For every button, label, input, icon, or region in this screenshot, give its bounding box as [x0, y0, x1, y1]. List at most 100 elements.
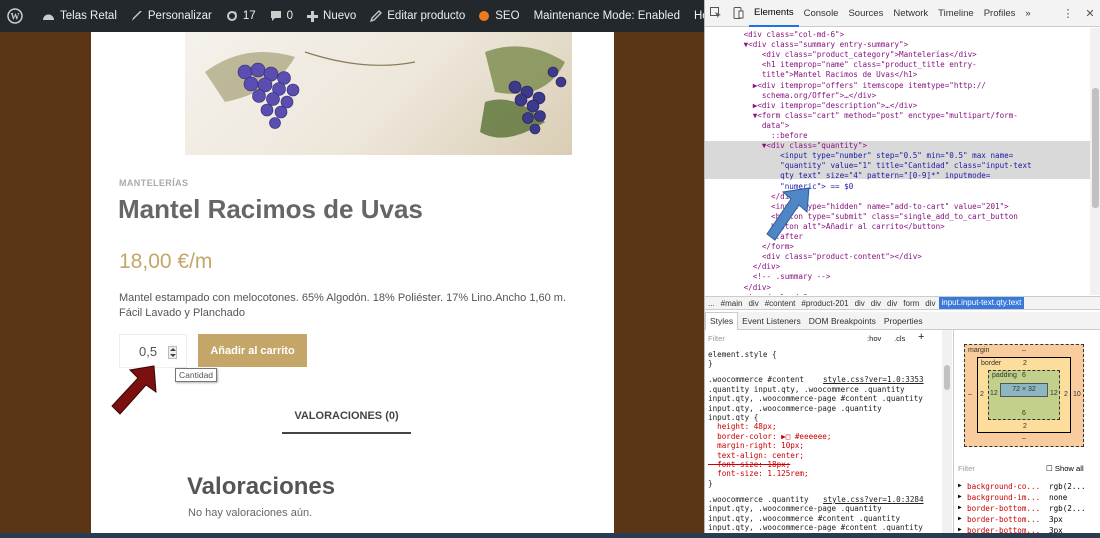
css-rule-line[interactable]: .quantity input.qty, .woocommerce .quant… — [708, 385, 905, 394]
margin-right-value[interactable]: 10 — [1073, 391, 1081, 398]
expand-triangle-icon[interactable]: ▶ — [958, 504, 962, 511]
kebab-menu-icon[interactable]: ⋮ — [1057, 0, 1079, 27]
wp-logo-menu[interactable]: W — [0, 0, 35, 32]
tab-event-listeners[interactable]: Event Listeners — [738, 312, 805, 330]
expand-triangle-icon[interactable]: ▶ — [958, 515, 962, 522]
css-rule-line[interactable]: } — [708, 359, 713, 368]
expand-triangle-icon[interactable]: ▶ — [958, 482, 962, 489]
maintenance-mode-menu[interactable]: Maintenance Mode: Enabled — [527, 0, 687, 32]
dom-node-line[interactable]: data"> — [707, 121, 789, 131]
close-icon[interactable]: ✕ — [1079, 0, 1100, 27]
css-rule-line[interactable]: height: 48px; — [708, 422, 776, 431]
dom-node-line[interactable]: <!-- /col-md-6 --> — [707, 293, 826, 295]
dom-node-line[interactable]: title">Mantel Racimos de Uvas</h1> — [707, 70, 917, 80]
css-rule-line[interactable]: input.qty, .woocommerce-page #content .q… — [708, 394, 923, 403]
dom-node-line[interactable]: "quantity" value="1" title="Cantidad" cl… — [707, 161, 1031, 171]
css-rule-line[interactable]: input.qty, .woocommerce #content .quanti… — [708, 514, 900, 523]
tab-sources[interactable]: Sources — [843, 0, 888, 27]
dom-node-line[interactable]: schema.org/Offer">…</div> — [707, 91, 876, 101]
dom-node-line[interactable]: ▶<div itemprop="offers" itemscope itemty… — [707, 81, 986, 91]
breadcrumb-item[interactable]: ... — [705, 299, 718, 308]
dom-node-line[interactable]: ▼<div class="quantity"> — [707, 141, 867, 151]
dom-node-line[interactable]: <input type="number" step="0.5" min="0.5… — [707, 151, 1013, 161]
hover-state-toggle[interactable]: :hov — [867, 334, 881, 343]
dom-node-line[interactable]: </div> — [707, 283, 771, 293]
updates-menu[interactable]: 17 — [219, 0, 263, 32]
border-left-value[interactable]: 2 — [980, 391, 984, 398]
tab-network[interactable]: Network — [888, 0, 933, 27]
comments-menu[interactable]: 0 — [263, 0, 300, 32]
tab-reviews[interactable]: VALORACIONES (0) — [282, 410, 411, 434]
dom-node-line[interactable]: button alt">Añadir al carrito</button> — [707, 222, 945, 232]
product-image[interactable] — [185, 32, 572, 155]
seo-menu[interactable]: SEO — [472, 0, 526, 32]
tab-elements[interactable]: Elements — [749, 0, 799, 27]
css-rule-line[interactable]: margin-right: 10px; — [708, 441, 804, 450]
border-right-value[interactable]: 2 — [1064, 391, 1068, 398]
padding-right-value[interactable]: 12 — [1050, 390, 1058, 397]
breadcrumb-item[interactable]: div — [745, 299, 761, 308]
css-rule-line[interactable]: text-align: center; — [708, 451, 804, 460]
dom-node-line[interactable]: <h1 itemprop="name" class="product_title… — [707, 60, 977, 70]
dom-node-line[interactable]: <div class="product-content"></div> — [707, 252, 922, 262]
breadcrumb-item[interactable]: #product-201 — [798, 299, 851, 308]
add-to-cart-button[interactable]: Añadir al carrito — [198, 334, 307, 367]
css-source-link[interactable]: style.css?ver=1.0:3284 — [823, 495, 924, 504]
css-rule-line[interactable]: font-size: 1.125rem; — [708, 469, 808, 478]
dom-node-line[interactable]: <div class="product_category">Mantelería… — [707, 50, 977, 60]
breadcrumb-item[interactable]: input.input-text.qty.text — [938, 297, 1025, 309]
margin-top-value[interactable]: – — [1022, 347, 1026, 354]
css-rule-line[interactable]: input.qty { — [708, 413, 758, 422]
tab-timeline[interactable]: Timeline — [933, 0, 979, 27]
dom-node-line[interactable]: </div> — [707, 262, 780, 272]
css-rule-line[interactable]: input.qty, .woocommerce-page #content .q… — [708, 523, 923, 532]
dom-tree-scrollbar[interactable] — [1090, 28, 1100, 295]
styles-filter-input[interactable]: Filter — [708, 334, 725, 343]
tab-properties[interactable]: Properties — [880, 312, 927, 330]
padding-bottom-value[interactable]: 6 — [1022, 410, 1026, 417]
breadcrumb-item[interactable]: div — [922, 299, 938, 308]
dom-node-line[interactable]: ▶<div itemprop="description">…</div> — [707, 101, 918, 111]
dom-node-line[interactable]: <div class="col-md-6"> — [707, 30, 845, 40]
box-model-content[interactable]: 72 × 32 — [1000, 383, 1048, 397]
styles-pane[interactable]: Filter :hov .cls + element.style {} .wooc… — [705, 330, 941, 538]
new-content-menu[interactable]: Nuevo — [300, 0, 363, 32]
breadcrumb-item[interactable]: #main — [718, 299, 746, 308]
class-toggle[interactable]: .cls — [894, 334, 905, 343]
account-menu[interactable]: Hola, admin — [687, 0, 704, 32]
device-mode-icon[interactable] — [727, 0, 749, 27]
breadcrumb-item[interactable]: div — [852, 299, 868, 308]
tab-profiles[interactable]: Profiles — [979, 0, 1021, 27]
site-name-menu[interactable]: Telas Retal — [35, 0, 124, 32]
breadcrumb-item[interactable]: form — [900, 299, 922, 308]
tab-styles[interactable]: Styles — [705, 311, 739, 330]
css-rule-line[interactable]: input.qty, .woocommerce-page .quantity — [708, 504, 882, 513]
dom-tree[interactable]: <div class="col-md-6"> ▼<div class="summ… — [705, 28, 1090, 295]
dom-node-line[interactable]: ::before — [707, 131, 808, 141]
edit-product-menu[interactable]: Editar producto — [363, 0, 472, 32]
inspect-element-icon[interactable] — [705, 0, 727, 27]
css-rule-line[interactable]: border-color: ▶□ #eeeeee; — [708, 432, 831, 441]
tab-dom-breakpoints[interactable]: DOM Breakpoints — [805, 312, 880, 330]
border-top-value[interactable]: 2 — [1023, 360, 1027, 367]
breadcrumb-item[interactable]: #content — [762, 299, 799, 308]
tab-console[interactable]: Console — [799, 0, 844, 27]
dom-node-line[interactable]: <!-- .summary --> — [707, 272, 831, 282]
computed-filter-input[interactable]: Filter — [958, 464, 975, 473]
css-rule-line[interactable]: } — [708, 479, 713, 488]
dom-node-line[interactable]: qty text" size="4" pattern="[0-9]*" inpu… — [707, 171, 990, 181]
margin-left-value[interactable]: – — [968, 391, 972, 398]
css-rule-line[interactable]: input.qty, .woocommerce-page .quantity — [708, 404, 882, 413]
expand-triangle-icon[interactable]: ▶ — [958, 493, 962, 500]
border-bottom-value[interactable]: 2 — [1023, 423, 1027, 430]
customize-menu[interactable]: Personalizar — [124, 0, 219, 32]
css-rule-line[interactable]: .woocommerce #content — [708, 375, 804, 384]
css-source-link[interactable]: style.css?ver=1.0:3353 — [823, 375, 924, 384]
quantity-spinner[interactable] — [168, 346, 177, 359]
css-rule-line[interactable]: element.style { — [708, 350, 777, 359]
styles-scrollbar-thumb[interactable] — [944, 365, 950, 390]
more-tabs-button[interactable]: » — [1020, 0, 1035, 27]
show-all-checkbox[interactable]: ☐ Show all — [1046, 464, 1084, 473]
dom-node-line[interactable]: ▼<form class="cart" method="post" enctyp… — [707, 111, 1018, 121]
product-category[interactable]: MANTELERÍAS — [119, 178, 188, 188]
